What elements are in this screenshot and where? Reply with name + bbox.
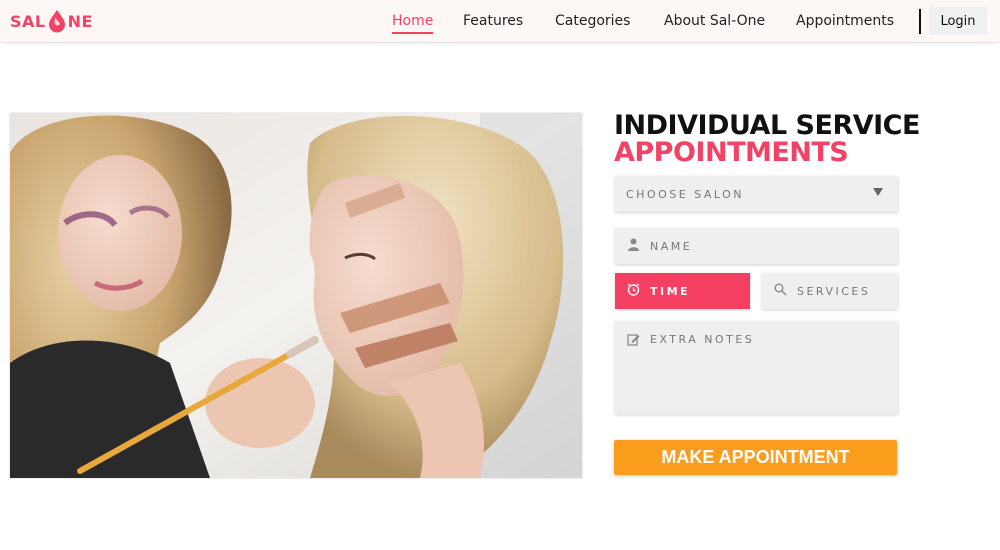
search-icon [773, 283, 787, 299]
logo-text-left: SAL [10, 11, 46, 31]
extra-notes-placeholder: EXTRA NOTES [650, 333, 755, 346]
services-input[interactable]: SERVICES [762, 273, 898, 309]
nav-home[interactable]: Home [392, 13, 434, 34]
make-appointment-button[interactable]: MAKE APPOINTMENT [614, 440, 897, 475]
nav-divider [919, 9, 921, 34]
logo-drop-icon [48, 10, 65, 33]
nav-features[interactable]: Features [463, 13, 523, 29]
user-icon [626, 238, 640, 254]
form-subtitle: APPOINTMENTS [614, 137, 849, 168]
services-placeholder: SERVICES [797, 284, 871, 298]
nav-categories[interactable]: Categories [555, 13, 630, 29]
hero-image [10, 113, 582, 478]
alarm-clock-icon [626, 283, 640, 299]
brand-logo[interactable]: SAL NE [10, 7, 93, 35]
extra-notes-textarea[interactable]: EXTRA NOTES [615, 321, 898, 414]
time-input[interactable]: TIME [615, 273, 750, 309]
nav-about[interactable]: About Sal-One [664, 13, 765, 29]
chevron-down-icon [873, 188, 883, 196]
name-placeholder: NAME [650, 239, 693, 253]
choose-salon-placeholder: CHOOSE SALON [626, 187, 745, 201]
login-button[interactable]: Login [929, 7, 987, 35]
edit-icon [626, 333, 640, 349]
time-placeholder: TIME [650, 284, 691, 298]
name-input[interactable]: NAME [615, 228, 898, 264]
makeup-artist-photo [10, 113, 582, 478]
choose-salon-select[interactable]: CHOOSE SALON [615, 176, 898, 212]
nav-appointments[interactable]: Appointments [796, 13, 894, 29]
navbar: SAL NE Home Features Categories About Sa… [0, 0, 1000, 42]
logo-text-right: NE [67, 11, 93, 31]
